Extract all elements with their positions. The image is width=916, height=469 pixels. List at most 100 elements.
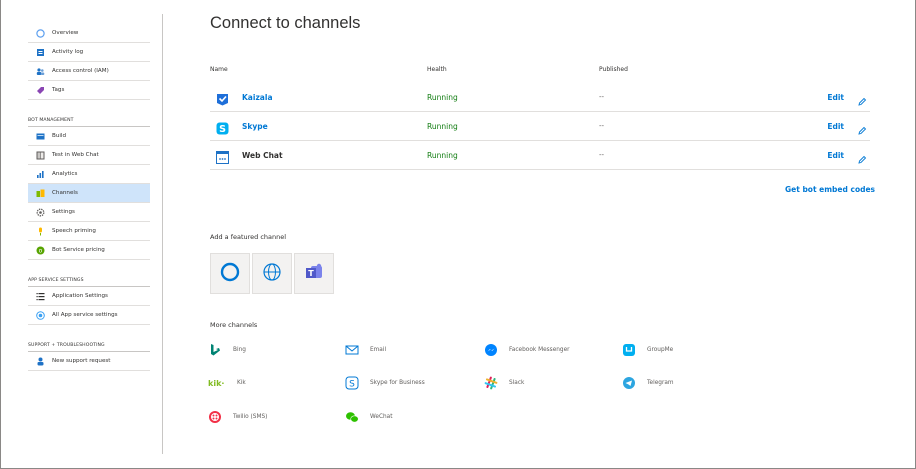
channel-published: -- — [599, 151, 605, 159]
pencil-icon[interactable] — [857, 92, 867, 106]
featured-direct-line-tile[interactable] — [252, 253, 292, 294]
globe-icon — [262, 262, 282, 286]
channel-published: -- — [599, 122, 605, 130]
get-bot-embed-codes-link[interactable]: Get bot embed codes — [785, 185, 875, 194]
channel-name[interactable]: Skype — [242, 122, 268, 131]
sidebar: Overview Activity log Access control (IA… — [28, 24, 150, 371]
overview-icon — [36, 28, 45, 38]
channel-row-skype: S Skype Running -- Edit — [210, 113, 870, 141]
channel-telegram[interactable]: Telegram — [622, 376, 674, 390]
channel-label: Skype for Business — [370, 380, 425, 386]
svg-text:S: S — [219, 124, 226, 135]
tag-icon — [36, 86, 45, 95]
channel-bing[interactable]: Bing — [208, 343, 246, 357]
twilio-icon — [208, 410, 222, 424]
channel-groupme[interactable]: GroupMe — [622, 343, 673, 357]
kik-icon: kik· — [208, 376, 228, 390]
channel-label: GroupMe — [647, 347, 674, 353]
channel-label: Kik — [237, 380, 246, 386]
sidebar-item-label: Test in Web Chat — [52, 152, 99, 158]
sidebar-item-label: Channels — [52, 190, 78, 196]
more-channels-heading: More channels — [210, 321, 258, 329]
people-icon — [36, 67, 45, 76]
featured-cortana-tile[interactable] — [210, 253, 250, 294]
pricing-icon: o — [36, 246, 45, 255]
channel-slack[interactable]: Slack — [484, 376, 524, 390]
sidebar-item-build[interactable]: Build — [28, 127, 150, 146]
support-person-icon — [36, 357, 45, 366]
featured-teams-tile[interactable]: T — [294, 253, 334, 294]
sidebar-item-label: New support request — [52, 358, 111, 364]
edit-button[interactable]: Edit — [827, 151, 844, 160]
web-chat-icon — [216, 149, 229, 164]
pencil-icon[interactable] — [857, 121, 867, 135]
skype-business-icon: S — [345, 376, 359, 390]
svg-text:kik·: kik· — [208, 379, 224, 388]
sidebar-item-new-support-request[interactable]: New support request — [28, 352, 150, 371]
svg-text:T: T — [308, 269, 314, 278]
sidebar-item-label: Application Settings — [52, 293, 108, 299]
cortana-icon — [220, 262, 240, 286]
channel-label: Email — [370, 347, 387, 353]
sidebar-item-label: Tags — [52, 87, 65, 93]
svg-text:S: S — [349, 380, 355, 390]
channel-label: Twilio (SMS) — [233, 414, 268, 420]
web-chat-test-icon — [36, 151, 45, 160]
activity-log-icon — [36, 48, 45, 57]
channel-row-kaizala: Kaizala Running -- Edit — [210, 84, 870, 112]
wechat-icon — [345, 410, 359, 424]
channel-published: -- — [599, 93, 605, 101]
section-support-troubleshooting: SUPPORT + TROUBLESHOOTING — [28, 332, 150, 352]
sidebar-item-label: Settings — [52, 209, 75, 215]
messenger-icon — [484, 343, 498, 357]
speech-icon — [36, 227, 45, 236]
kaizala-icon — [216, 91, 229, 106]
channel-health: Running — [427, 122, 458, 131]
sidebar-item-label: All App service settings — [52, 312, 118, 318]
app-service-icon — [36, 310, 45, 320]
channels-icon — [36, 189, 45, 198]
sidebar-item-settings[interactable]: Settings — [28, 203, 150, 222]
channel-name[interactable]: Web Chat — [242, 151, 283, 160]
email-icon — [345, 343, 359, 357]
channel-label: Telegram — [647, 380, 674, 386]
channel-kik[interactable]: kik· Kik — [208, 376, 246, 390]
sidebar-item-application-settings[interactable]: Application Settings — [28, 287, 150, 306]
sidebar-item-channels[interactable]: Channels — [28, 184, 150, 203]
channel-twilio-sms[interactable]: Twilio (SMS) — [208, 410, 267, 424]
svg-text:o: o — [39, 247, 43, 254]
column-header-health: Health — [427, 66, 447, 73]
sidebar-item-all-app-service-settings[interactable]: All App service settings — [28, 306, 150, 325]
channel-health: Running — [427, 151, 458, 160]
telegram-icon — [622, 376, 636, 390]
channel-name[interactable]: Kaizala — [242, 93, 273, 102]
sidebar-item-overview[interactable]: Overview — [28, 24, 150, 43]
sidebar-item-speech-priming[interactable]: Speech priming — [28, 222, 150, 241]
channel-wechat[interactable]: WeChat — [345, 410, 393, 424]
sidebar-item-test-web-chat[interactable]: Test in Web Chat — [28, 146, 150, 165]
sidebar-item-bot-service-pricing[interactable]: o Bot Service pricing — [28, 241, 150, 260]
channel-label: Facebook Messenger — [509, 347, 570, 353]
edit-button[interactable]: Edit — [827, 93, 844, 102]
sidebar-item-tags[interactable]: Tags — [28, 81, 150, 100]
sidebar-item-label: Analytics — [52, 171, 78, 177]
sidebar-item-activity-log[interactable]: Activity log — [28, 43, 150, 62]
section-bot-management: BOT MANAGEMENT — [28, 107, 150, 127]
edit-button[interactable]: Edit — [827, 122, 844, 131]
pencil-icon[interactable] — [857, 150, 867, 164]
sidebar-item-label: Build — [52, 133, 67, 139]
sidebar-item-analytics[interactable]: Analytics — [28, 165, 150, 184]
sidebar-divider — [162, 14, 163, 454]
sidebar-item-label: Overview — [52, 30, 79, 36]
channel-label: Slack — [509, 380, 525, 386]
sidebar-item-label: Access control (IAM) — [52, 68, 109, 74]
sidebar-item-label: Speech priming — [52, 228, 96, 234]
channel-label: Bing — [233, 347, 246, 353]
channel-facebook-messenger[interactable]: Facebook Messenger — [484, 343, 570, 357]
channel-skype-for-business[interactable]: S Skype for Business — [345, 376, 425, 390]
groupme-icon — [622, 343, 636, 357]
channel-email[interactable]: Email — [345, 343, 386, 357]
sidebar-item-label: Activity log — [52, 49, 84, 55]
sidebar-item-access-control[interactable]: Access control (IAM) — [28, 62, 150, 81]
skype-icon: S — [216, 120, 229, 135]
